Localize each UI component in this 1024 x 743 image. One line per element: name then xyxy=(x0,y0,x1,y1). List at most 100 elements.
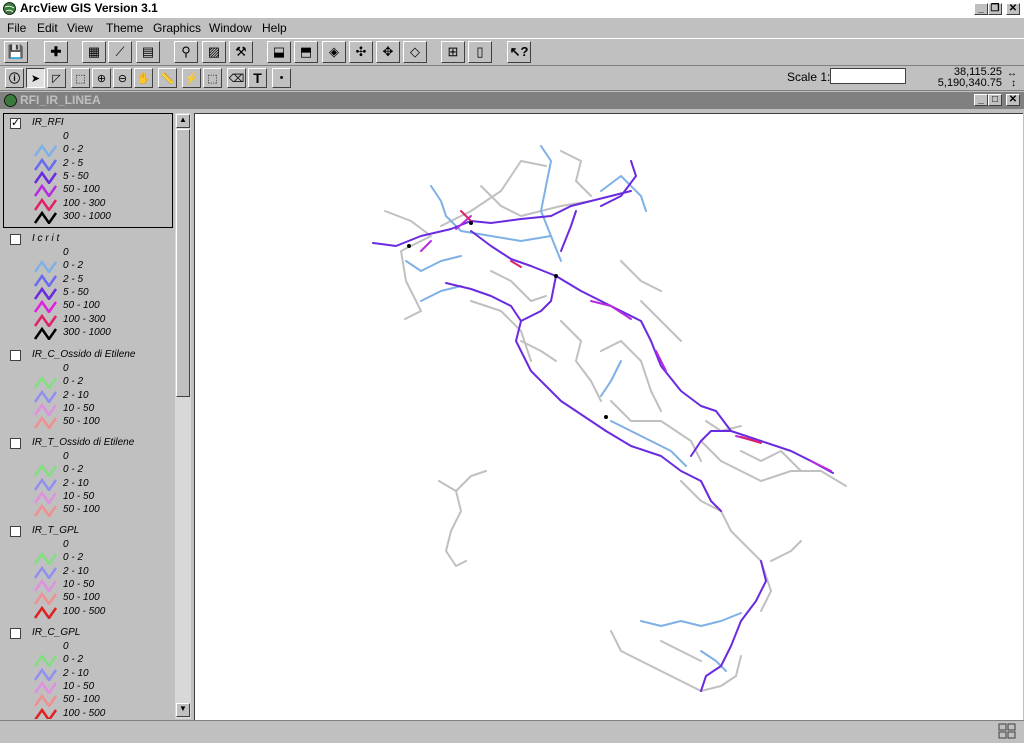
menu-help[interactable]: Help xyxy=(262,21,287,35)
measure-icon: 📏 xyxy=(160,72,175,85)
theme-visibility-checkbox[interactable] xyxy=(10,234,21,245)
select-by-theme-button[interactable]: ⬓ xyxy=(267,41,291,63)
legend-class-label: 2 - 10 xyxy=(63,477,89,489)
legend-line-symbol xyxy=(33,565,58,579)
view-maximize-button[interactable]: □ xyxy=(988,94,1002,106)
legend-line-symbol xyxy=(33,144,58,158)
label-tool[interactable]: ⌫ xyxy=(227,68,246,88)
menu-bar: File Edit View Theme Graphics Window Hel… xyxy=(0,19,1024,38)
vertex-edit-tool[interactable]: ◸ xyxy=(47,68,66,88)
theme-properties-icon: ▦ xyxy=(87,44,101,59)
menu-graphics[interactable]: Graphics xyxy=(153,21,201,35)
select-all-button[interactable]: ⬒ xyxy=(294,41,318,63)
theme-visibility-checkbox[interactable] xyxy=(10,628,21,639)
pointer-tool[interactable]: ➤ xyxy=(26,68,45,88)
theme-name: IR_RFI xyxy=(32,117,64,128)
italy-rail-network-map xyxy=(372,145,847,692)
map-display[interactable] xyxy=(194,113,1023,720)
scroll-up-arrow[interactable]: ▲ xyxy=(176,114,190,128)
area-of-interest-tool[interactable]: ⬚ xyxy=(203,68,222,88)
menu-theme[interactable]: Theme xyxy=(106,21,143,35)
help-button[interactable]: ↖? xyxy=(507,41,531,63)
app-title: ArcView GIS Version 3.1 xyxy=(20,1,158,15)
menu-file[interactable]: File xyxy=(7,21,26,35)
legend-line-symbol xyxy=(33,260,58,274)
legend-class-label: 10 - 50 xyxy=(63,402,95,414)
zoom-in-fixed-icon: ◇ xyxy=(410,44,420,59)
locate-button[interactable]: ▨ xyxy=(202,41,226,63)
edit-legend-button[interactable]: ⟋ xyxy=(108,41,132,63)
legend-line-symbol xyxy=(33,326,58,340)
view-close-button[interactable]: ✕ xyxy=(1006,94,1020,106)
scroll-down-arrow[interactable]: ▼ xyxy=(176,703,190,717)
status-bar xyxy=(0,720,1024,743)
save-icon: 💾 xyxy=(7,44,25,59)
select-feature-icon: ⬚ xyxy=(75,72,86,85)
legend-line-symbol xyxy=(33,490,58,504)
area-of-interest-icon: ⬚ xyxy=(207,72,218,85)
close-button[interactable]: ✕ xyxy=(1006,3,1020,15)
theme-visibility-checkbox[interactable]: ✓ xyxy=(10,118,21,129)
legend-line-symbol xyxy=(33,592,58,606)
scroll-thumb[interactable] xyxy=(176,129,190,397)
legend-line-symbol xyxy=(33,184,58,198)
legend-class-label: 100 - 500 xyxy=(63,605,106,617)
open-table-button[interactable]: ▤ xyxy=(136,41,160,63)
vertex-edit-icon: ◸ xyxy=(52,72,61,85)
toc-scrollbar[interactable]: ▲ ▼ xyxy=(175,113,191,719)
class-300-1000-points xyxy=(407,221,608,419)
measure-tool[interactable]: 📏 xyxy=(158,68,177,88)
layout-button[interactable]: ▯ xyxy=(468,41,492,63)
legend-class-label: 50 - 100 xyxy=(63,504,100,516)
identify-tool[interactable]: ⓘ xyxy=(5,68,24,88)
zoom-full-extent-icon: ◈ xyxy=(329,44,339,59)
legend-class-label: 0 - 2 xyxy=(63,464,84,476)
class-50-100-lines xyxy=(420,215,832,472)
scale-input[interactable] xyxy=(830,68,906,84)
find-button[interactable]: ⚲ xyxy=(174,41,198,63)
legend-class-label: 0 xyxy=(63,451,69,462)
legend-class-label: 50 - 100 xyxy=(63,184,100,196)
legend-class-label: 10 - 50 xyxy=(63,680,95,692)
resize-grip-icon xyxy=(998,723,1016,739)
arcview-globe-icon xyxy=(3,2,16,15)
theme-visibility-checkbox[interactable] xyxy=(10,350,21,361)
text-icon: T xyxy=(253,70,262,86)
zoom-in-tool[interactable]: ⊕ xyxy=(92,68,111,88)
pan-tool[interactable]: ✋ xyxy=(134,68,153,88)
legend-line-symbol xyxy=(33,504,58,518)
zoom-active-themes-button[interactable]: ✣ xyxy=(349,41,373,63)
add-theme-button[interactable]: ✚ xyxy=(44,41,68,63)
legend-class-label: 2 - 10 xyxy=(63,389,89,401)
theme-visibility-checkbox[interactable] xyxy=(10,526,21,537)
zoom-full-extent-button[interactable]: ◈ xyxy=(322,41,346,63)
legend-line-symbol xyxy=(33,247,58,260)
theme-visibility-checkbox[interactable] xyxy=(10,438,21,449)
legend-line-symbol xyxy=(33,654,58,668)
select-feature-tool[interactable]: ⬚ xyxy=(71,68,90,88)
zoom-selected-button[interactable]: ✥ xyxy=(376,41,400,63)
zoom-previous-button[interactable]: ◇ xyxy=(403,41,427,63)
legend-class-label: 100 - 300 xyxy=(63,197,106,209)
legend-class-label: 5 - 50 xyxy=(63,170,89,182)
query-builder-button[interactable]: ⚒ xyxy=(229,41,253,63)
menu-view[interactable]: View xyxy=(67,21,93,35)
legend-line-symbol xyxy=(33,300,58,314)
save-button[interactable]: 💾 xyxy=(4,41,28,63)
menu-edit[interactable]: Edit xyxy=(37,21,58,35)
draw-point-tool[interactable]: • xyxy=(272,68,291,88)
zoom-out-fixed-button[interactable]: ⊞ xyxy=(441,41,465,63)
legend-class-label: 50 - 100 xyxy=(63,416,100,428)
hotlink-tool[interactable]: ⚡ xyxy=(182,68,201,88)
view-minimize-button[interactable]: _ xyxy=(974,94,988,106)
legend-class-label: 50 - 100 xyxy=(63,300,100,312)
theme-name: IR_C_GPL xyxy=(32,627,81,638)
legend-class-label: 2 - 5 xyxy=(63,157,84,169)
restore-button[interactable]: ❐ xyxy=(988,3,1002,15)
theme-properties-button[interactable]: ▦ xyxy=(82,41,106,63)
text-tool[interactable]: T xyxy=(248,68,267,88)
minimize-button[interactable]: _ xyxy=(974,3,988,15)
zoom-out-tool[interactable]: ⊖ xyxy=(113,68,132,88)
legend-class-label: 50 - 100 xyxy=(63,694,100,706)
menu-window[interactable]: Window xyxy=(209,21,252,35)
